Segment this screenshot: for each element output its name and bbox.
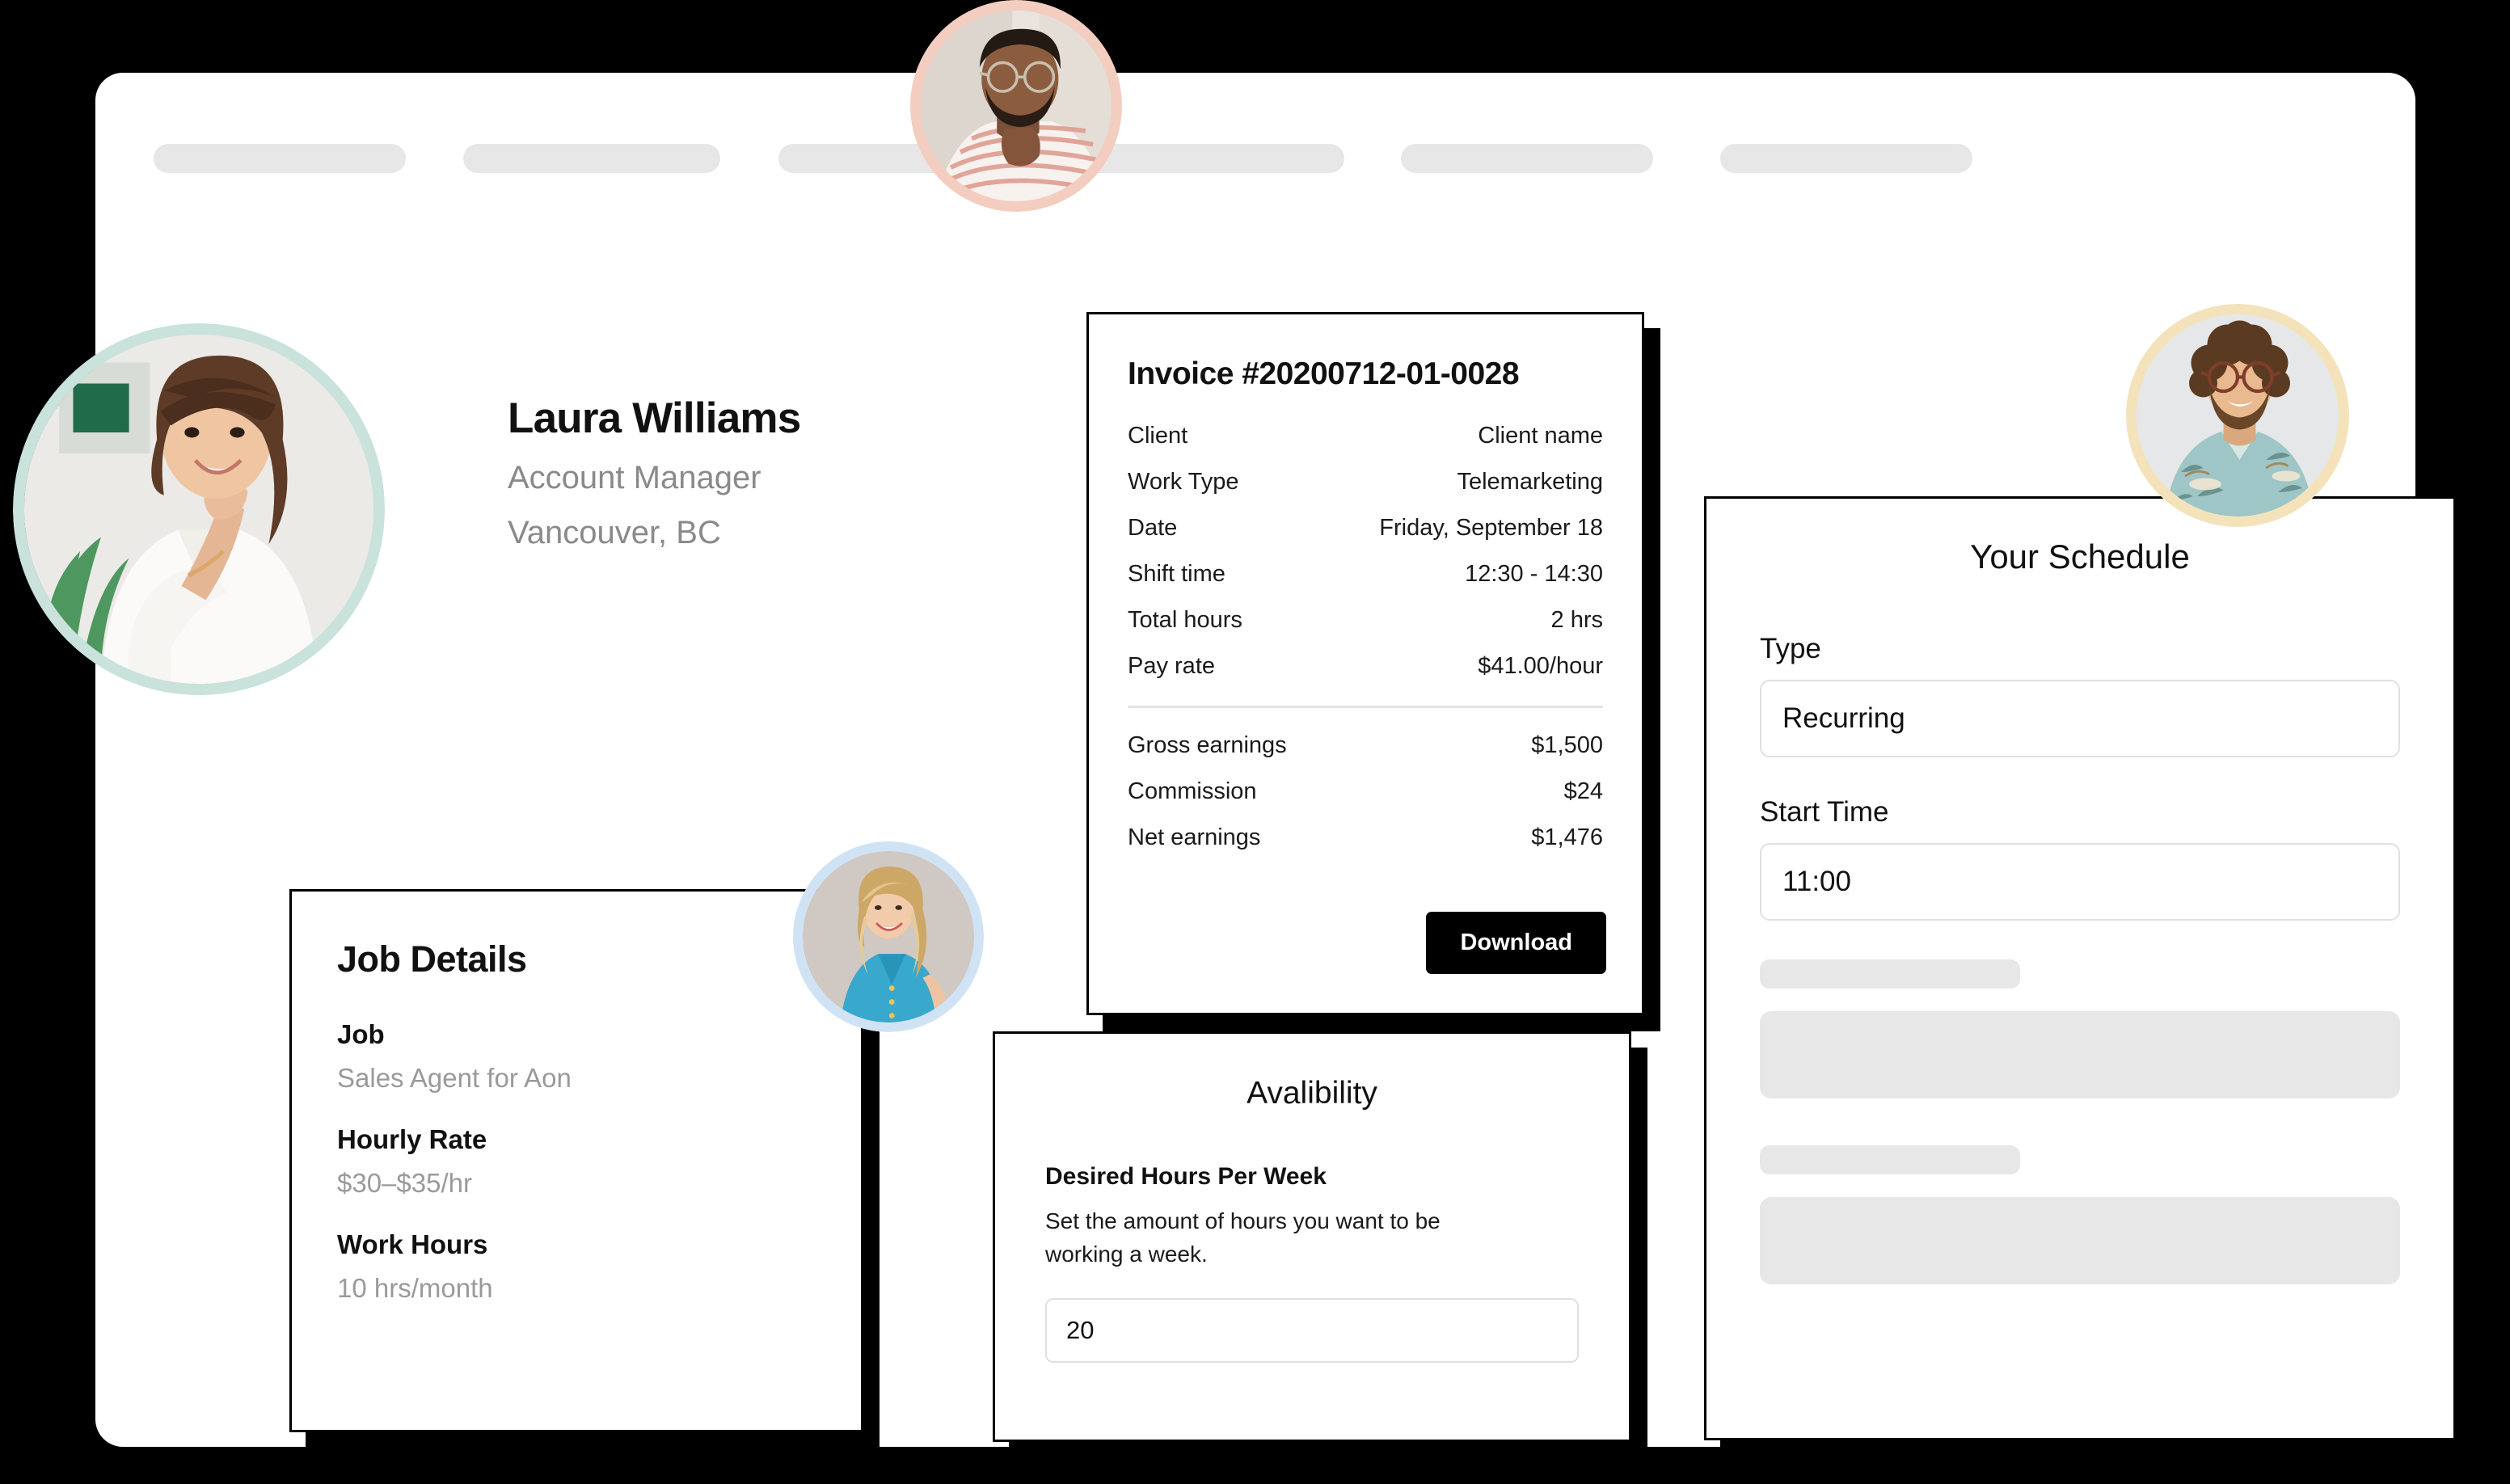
invoice-row-work-type: Work Type Telemarketing: [1128, 469, 1603, 495]
invoice-row-gross-earnings: Gross earnings $1,500: [1128, 732, 1603, 759]
schedule-skeleton-field-2[interactable]: [1760, 1197, 2400, 1284]
invoice-value: Telemarketing: [1457, 469, 1603, 495]
invoice-label: Shift time: [1128, 561, 1225, 587]
profile-role: Account Manager: [508, 459, 761, 495]
invoice-row-net-earnings: Net earnings $1,476: [1128, 824, 1603, 851]
invoice-value: Friday, September 18: [1379, 515, 1603, 541]
availability-title: Avalibility: [1247, 1076, 1377, 1111]
schedule-start-time-label: Start Time: [1760, 796, 1889, 828]
download-button[interactable]: Download: [1426, 912, 1606, 974]
invoice-label: Total hours: [1128, 607, 1242, 633]
avatar-top-center[interactable]: [910, 0, 1122, 212]
screenshot-stage: Laura Williams Account Manager Vancouver…: [0, 0, 2510, 1484]
nav-placeholder-5[interactable]: [1720, 144, 1972, 173]
job-field-label-job: Job: [337, 1019, 385, 1049]
avatar-ring: [910, 0, 1122, 212]
job-field-label-hourly-rate: Hourly Rate: [337, 1124, 487, 1154]
invoice-row-date: Date Friday, September 18: [1128, 515, 1603, 542]
desired-hours-label: Desired Hours Per Week: [1045, 1163, 1327, 1190]
job-field-value-job: Sales Agent for Aon: [337, 1063, 572, 1093]
schedule-type-label: Type: [1760, 633, 1821, 664]
invoice-value: Client name: [1478, 423, 1603, 449]
nav-placeholder-2[interactable]: [463, 144, 720, 173]
profile-block: Laura Williams Account Manager Vancouver…: [508, 396, 1154, 569]
job-field-label-work-hours: Work Hours: [337, 1229, 488, 1259]
avatar-right[interactable]: [2126, 304, 2349, 527]
invoice-label: Pay rate: [1128, 653, 1215, 679]
schedule-skeleton-field-1[interactable]: [1760, 1011, 2400, 1098]
schedule-skeleton-label-1: [1760, 959, 2020, 989]
invoice-row-commission: Commission $24: [1128, 778, 1603, 805]
job-field-value-hourly-rate: $30–$35/hr: [337, 1168, 472, 1198]
nav-placeholder-4[interactable]: [1401, 144, 1653, 173]
avatar-ring: [13, 323, 385, 695]
nav-placeholder-1[interactable]: [154, 144, 406, 173]
schedule-skeleton-label-2: [1760, 1145, 2020, 1174]
invoice-label: Work Type: [1128, 469, 1239, 495]
app-panel: Laura Williams Account Manager Vancouver…: [95, 73, 2456, 1447]
invoice-title: Invoice #20200712-01-0028: [1128, 356, 1520, 391]
invoice-row-total-hours: Total hours 2 hrs: [1128, 607, 1603, 634]
avatar-availability[interactable]: [793, 841, 984, 1032]
invoice-value: $24: [1563, 778, 1603, 804]
schedule-start-time-input[interactable]: [1760, 843, 2400, 921]
invoice-label: Gross earnings: [1128, 732, 1287, 758]
invoice-divider: [1128, 706, 1603, 708]
schedule-title: Your Schedule: [1970, 538, 2190, 575]
page-title: Laura Williams: [508, 394, 801, 442]
invoice-label: Client: [1128, 423, 1188, 449]
invoice-row-pay-rate: Pay rate $41.00/hour: [1128, 653, 1603, 680]
job-details-card: Job Details Job Sales Agent for Aon Hour…: [289, 889, 863, 1432]
schedule-card: Your Schedule Type Start Time: [1704, 496, 2456, 1440]
invoice-row-client: Client Client name: [1128, 423, 1603, 449]
job-details-title: Job Details: [337, 938, 527, 980]
invoice-label: Commission: [1128, 778, 1257, 804]
invoice-value: $1,500: [1531, 732, 1603, 758]
desired-hours-description: Set the amount of hours you want to be w…: [1045, 1208, 1441, 1267]
invoice-value: 12:30 - 14:30: [1465, 561, 1603, 587]
avatar-profile[interactable]: [13, 323, 385, 695]
availability-card: Avalibility Desired Hours Per Week Set t…: [993, 1031, 1631, 1442]
schedule-type-input[interactable]: [1760, 680, 2400, 757]
avatar-ring: [2126, 304, 2349, 527]
invoice-value: $41.00/hour: [1478, 653, 1603, 679]
invoice-value: $1,476: [1531, 824, 1603, 850]
invoice-row-shift-time: Shift time 12:30 - 14:30: [1128, 561, 1603, 588]
invoice-label: Net earnings: [1128, 824, 1261, 850]
invoice-label: Date: [1128, 515, 1178, 541]
avatar-ring: [793, 841, 984, 1032]
invoice-card: Invoice #20200712-01-0028 Client Client …: [1086, 312, 1644, 1015]
invoice-value: 2 hrs: [1550, 607, 1603, 633]
profile-location: Vancouver, BC: [508, 514, 721, 550]
job-field-value-work-hours: 10 hrs/month: [337, 1273, 493, 1303]
desired-hours-input[interactable]: [1045, 1298, 1579, 1364]
